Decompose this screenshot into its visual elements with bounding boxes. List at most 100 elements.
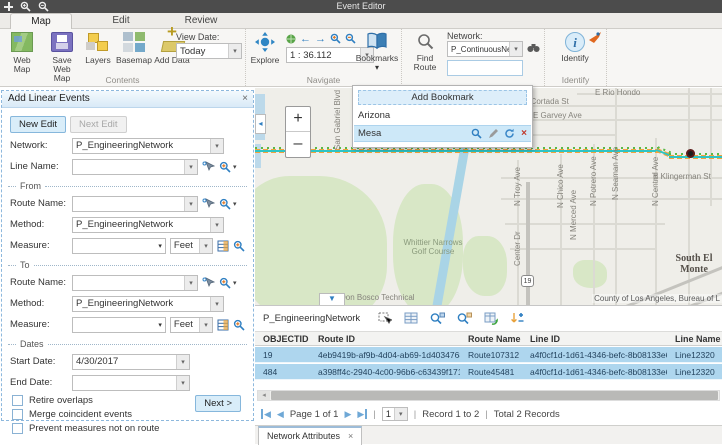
page-select[interactable]: 1 ▾ bbox=[382, 407, 408, 421]
new-edit-button[interactable]: New Edit bbox=[10, 116, 66, 133]
zoom-menu-icon[interactable]: ▾ bbox=[219, 161, 237, 173]
checkbox[interactable] bbox=[12, 409, 23, 420]
route-input[interactable] bbox=[447, 60, 523, 76]
event-route-line[interactable] bbox=[255, 147, 661, 155]
zoom-to-measure-icon[interactable] bbox=[233, 319, 245, 331]
chevron-down-icon[interactable]: ▾ bbox=[158, 321, 165, 329]
collapse-panel-arrow[interactable]: ◂ bbox=[255, 114, 266, 134]
bookmark-item-mesa[interactable]: Mesa × bbox=[354, 125, 531, 142]
panel-title: Add Linear Events bbox=[8, 93, 90, 104]
chevron-down-icon[interactable]: ▾ bbox=[184, 160, 197, 174]
from-method-select[interactable]: P_EngineeringNetwork ▾ bbox=[72, 217, 224, 233]
chevron-down-icon[interactable]: ▾ bbox=[210, 218, 223, 232]
zoom-to-measure-icon[interactable] bbox=[233, 240, 245, 252]
chevron-down-icon[interactable]: ▾ bbox=[509, 42, 522, 56]
edit-bookmark-icon[interactable] bbox=[488, 129, 498, 139]
chevron-down-icon[interactable]: ▾ bbox=[158, 242, 165, 250]
bookmarks-button[interactable]: Bookmarks ▾ bbox=[354, 32, 400, 72]
previous-page-button[interactable]: ◀ bbox=[277, 409, 284, 419]
chevron-down-icon[interactable]: ▾ bbox=[210, 139, 223, 153]
horizontal-scrollbar[interactable]: ◂ bbox=[257, 390, 720, 401]
column-header[interactable]: OBJECTID bbox=[255, 334, 310, 344]
zoom-out-button[interactable]: – bbox=[286, 132, 310, 157]
chevron-down-icon[interactable]: ▾ bbox=[394, 408, 407, 420]
pan-to-selected-icon[interactable] bbox=[457, 312, 472, 325]
zoom-to-bookmark-icon[interactable] bbox=[471, 128, 482, 139]
select-on-map-icon[interactable] bbox=[202, 161, 215, 173]
column-header[interactable]: Line ID bbox=[522, 334, 667, 344]
scroll-left-arrow[interactable]: ◂ bbox=[258, 391, 270, 400]
add-bookmark-button[interactable]: Add Bookmark bbox=[358, 90, 527, 105]
collapse-table-arrow[interactable]: ▼ bbox=[319, 293, 345, 305]
to-method-select[interactable]: P_EngineeringNetwork ▾ bbox=[72, 296, 224, 312]
zoom-to-selected-icon[interactable] bbox=[430, 312, 445, 325]
next-extent-icon[interactable]: → bbox=[315, 34, 326, 44]
first-page-button[interactable]: ◀ bbox=[261, 409, 271, 419]
network-select[interactable]: P_ContinuousNetwork ▾ bbox=[447, 41, 523, 57]
start-date-input[interactable]: 4/30/2017 ▾ bbox=[72, 354, 190, 370]
chevron-down-icon[interactable]: ▾ bbox=[199, 239, 212, 253]
to-route-name-input[interactable]: ▾ bbox=[72, 275, 198, 291]
close-tab-icon[interactable]: × bbox=[348, 431, 353, 445]
checkbox[interactable] bbox=[12, 395, 23, 406]
view-date-select[interactable]: Today ▾ bbox=[176, 43, 242, 59]
scrollbar-thumb[interactable] bbox=[271, 391, 718, 400]
end-date-input[interactable]: ▾ bbox=[72, 375, 190, 391]
full-extent-icon[interactable] bbox=[286, 34, 296, 44]
flag-icon[interactable] bbox=[589, 32, 601, 43]
find-route-button[interactable]: Find Route bbox=[408, 33, 442, 72]
map-zoom-in-icon[interactable] bbox=[330, 33, 341, 44]
next-edit-button[interactable]: Next Edit bbox=[70, 116, 127, 133]
from-measure-input[interactable]: ▾ bbox=[72, 238, 166, 254]
to-measure-input[interactable]: ▾ bbox=[72, 317, 166, 333]
table-row[interactable]: 19 4eb9419b-af9b-4d04-ab69-1d403476802b … bbox=[255, 347, 722, 363]
tab-map[interactable]: Map bbox=[10, 13, 72, 29]
refresh-bookmark-icon[interactable] bbox=[504, 128, 515, 139]
tab-edit[interactable]: Edit bbox=[90, 13, 152, 29]
chevron-down-icon[interactable]: ▾ bbox=[228, 44, 241, 58]
sort-add-icon[interactable] bbox=[510, 312, 524, 325]
explore-button[interactable]: Explore bbox=[249, 32, 281, 65]
checkbox[interactable] bbox=[12, 423, 23, 434]
from-route-name-input[interactable]: ▾ bbox=[72, 196, 198, 212]
line-name-input[interactable]: ▾ bbox=[72, 159, 198, 175]
column-header[interactable]: Route Name bbox=[460, 334, 522, 344]
select-on-map-icon[interactable] bbox=[202, 277, 215, 289]
network-select[interactable]: P_EngineeringNetwork ▾ bbox=[72, 138, 224, 154]
last-page-button[interactable]: ▶ bbox=[357, 409, 367, 419]
layers-button[interactable]: Layers bbox=[82, 32, 114, 65]
previous-extent-icon[interactable]: ← bbox=[300, 34, 311, 44]
calendar-dropdown-icon[interactable]: ▾ bbox=[176, 376, 189, 390]
chevron-down-icon[interactable]: ▾ bbox=[184, 197, 197, 211]
close-icon[interactable]: × bbox=[242, 93, 248, 104]
delete-bookmark-icon[interactable]: × bbox=[521, 128, 527, 139]
column-header[interactable]: Route ID bbox=[310, 334, 460, 344]
basemap-button[interactable]: Basemap bbox=[114, 32, 154, 65]
measure-picker-icon[interactable] bbox=[217, 319, 229, 331]
chevron-down-icon[interactable]: ▾ bbox=[199, 318, 212, 332]
next-page-button[interactable]: ▶ bbox=[344, 409, 351, 419]
measure-picker-icon[interactable] bbox=[217, 240, 229, 252]
prevent-measures-option[interactable]: Prevent measures not on route bbox=[12, 423, 243, 434]
table-icon[interactable] bbox=[404, 312, 418, 324]
to-unit-select[interactable]: Feet ▾ bbox=[170, 317, 213, 333]
bookmark-item-arizona[interactable]: Arizona bbox=[354, 108, 531, 123]
zoom-menu-icon[interactable]: ▾ bbox=[219, 198, 237, 210]
zoom-menu-icon[interactable]: ▾ bbox=[219, 277, 237, 289]
chevron-down-icon[interactable]: ▾ bbox=[210, 297, 223, 311]
zoom-in-button[interactable]: + bbox=[286, 107, 310, 132]
route-point-marker[interactable] bbox=[686, 149, 695, 158]
select-on-map-icon[interactable] bbox=[202, 198, 215, 210]
tab-network-attributes[interactable]: Network Attributes × bbox=[258, 426, 362, 445]
select-records-icon[interactable] bbox=[378, 312, 392, 325]
binoculars-icon[interactable] bbox=[527, 42, 540, 53]
from-unit-select[interactable]: Feet ▾ bbox=[170, 238, 213, 254]
refresh-table-icon[interactable] bbox=[484, 312, 498, 325]
web-map-button[interactable]: Web Map bbox=[4, 32, 40, 74]
chevron-down-icon[interactable]: ▾ bbox=[184, 276, 197, 290]
next-button[interactable]: Next > bbox=[195, 395, 241, 412]
table-row[interactable]: 484 a398ff4c-2940-4c00-96b6-c63439f1711 … bbox=[255, 364, 722, 380]
layer-name-tab[interactable]: P_EngineeringNetwork bbox=[263, 313, 360, 324]
column-header[interactable]: Line Name bbox=[667, 334, 722, 344]
calendar-dropdown-icon[interactable]: ▾ bbox=[176, 355, 189, 369]
